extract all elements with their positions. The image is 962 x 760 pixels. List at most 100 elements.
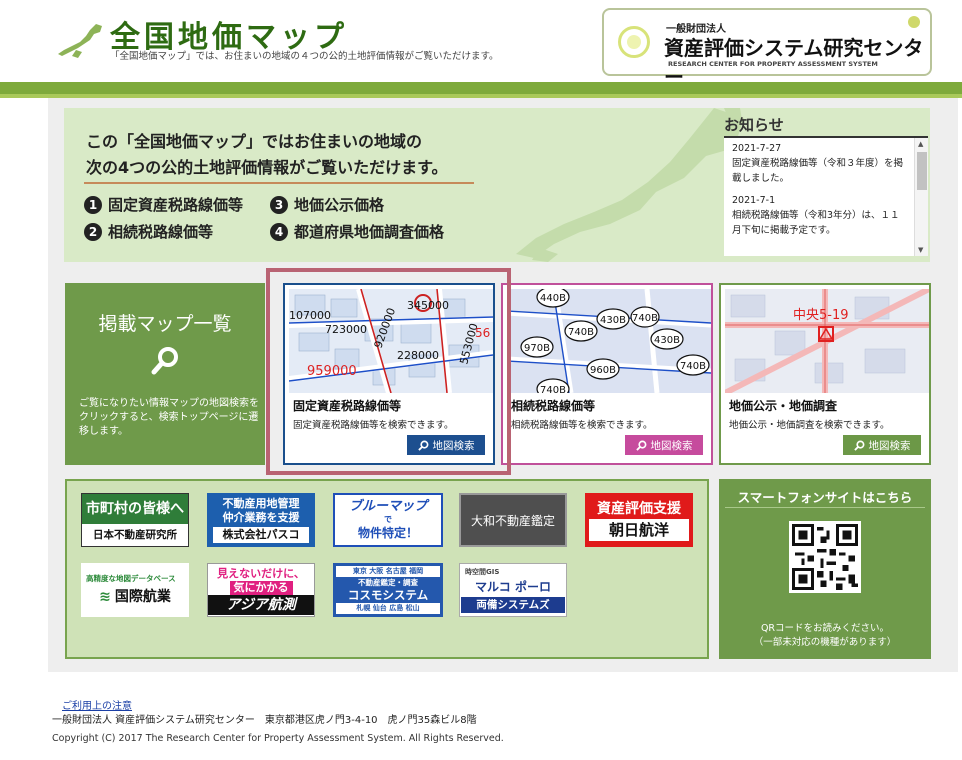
route-value-label: 740B	[680, 361, 706, 372]
route-value-label: 740B	[568, 327, 594, 338]
sponsor-link-pasco[interactable]: 不動産用地管理 仲介業務を支援 株式会社パスコ	[207, 493, 315, 547]
map-list-description: ご覧になりたい情報マップの地図検索をクリックすると、検索トップページに遷移します…	[79, 398, 259, 437]
card-description: 相続税路線価等を検索できます。	[511, 420, 653, 431]
card-title: 固定資産税路線価等	[293, 399, 402, 413]
number-4-icon: 4	[270, 222, 288, 241]
sponsor-link-kokusai[interactable]: 高精度な地図データベース ≋ 国際航業	[81, 563, 189, 617]
hero-item-label: 都道府県地価調査価格	[294, 223, 445, 241]
smartphone-divider	[725, 507, 925, 508]
sponsor-name: 日本不動産研究所	[93, 529, 177, 541]
search-icon	[635, 440, 646, 451]
fixed-asset-map-thumbnail[interactable]: 345000 920000 228000 553000 959000 10700…	[289, 289, 493, 393]
map-search-button[interactable]: 地図検索	[843, 435, 921, 455]
card-public-land-price[interactable]: 中央5-19 地価公示・地価調査 地価公示・地価調査を検索できます。 地図検索	[719, 283, 931, 465]
sponsor-line: 見えないだけに、	[217, 566, 305, 580]
news-list[interactable]: 2021-7-27 固定資産税路線価等（令和３年度）を掲載しました。 2021-…	[724, 138, 928, 256]
route-value-label: 107000	[289, 309, 331, 322]
qr-instruction: QRコードをお読みください。	[760, 623, 890, 634]
search-icon	[417, 440, 428, 451]
sponsor-line: 東京 大阪 名古屋 福岡	[336, 566, 440, 577]
public-land-map-thumbnail[interactable]: 中央5-19	[725, 289, 929, 393]
card-description: 固定資産税路線価等を検索できます。	[293, 420, 454, 431]
sponsor-name: 大和不動産鑑定	[470, 513, 555, 528]
number-3-icon: 3	[270, 195, 288, 214]
sponsor-links-panel: 市町村の皆様へ 日本不動産研究所 不動産用地管理 仲介業務を支援 株式会社パスコ…	[65, 479, 709, 659]
card-title: 相続税路線価等	[511, 399, 596, 413]
sponsor-line: 高精度な地図データベース	[86, 574, 176, 583]
map-list-title: 掲載マップ一覧	[98, 313, 232, 335]
sponsor-link-asia-air-survey[interactable]: 見えないだけに、 気にかかる アジア航測	[207, 563, 315, 617]
header-divider	[0, 82, 962, 94]
number-1-icon: 1	[84, 195, 102, 214]
japan-map-icon	[58, 24, 102, 58]
hero-item-label: 相続税路線価等	[108, 223, 214, 241]
sponsor-line: 不動産用地管理	[222, 497, 300, 510]
sponsor-line: ブルーマップ	[348, 499, 427, 514]
route-value-label: 740B	[632, 313, 658, 324]
hero-text-line1: この「全国地価マップ」ではお住まいの地域の	[86, 132, 423, 151]
hero-divider	[84, 182, 474, 184]
card-fixed-asset-tax[interactable]: 345000 920000 228000 553000 959000 10700…	[283, 283, 495, 465]
news-panel: お知らせ 2021-7-27 固定資産税路線価等（令和３年度）を掲載しました。 …	[724, 114, 928, 256]
map-search-button[interactable]: 地図検索	[625, 435, 703, 455]
qr-code-icon	[789, 521, 861, 593]
sponsor-name: アジア航測	[208, 594, 314, 615]
sponsor-link-ryobi[interactable]: 時空間GIS マルコ ポーロ 両備システムズ	[459, 563, 567, 617]
org-logo-link[interactable]: 一般財団法人 資産評価システム研究センター RESEARCH CENTER FO…	[602, 8, 932, 89]
button-label: 地図検索	[432, 439, 475, 452]
route-value-label: 960B	[590, 365, 616, 376]
sponsor-line: マルコ ポーロ	[475, 580, 551, 594]
route-value-label: 430B	[600, 315, 626, 326]
kokusai-logo-icon: ≋	[99, 589, 111, 605]
news-date: 2021-7-1	[732, 195, 776, 206]
news-scrollbar[interactable]: ▲ ▼	[914, 138, 928, 256]
sponsor-name: 株式会社パスコ	[213, 527, 309, 543]
japan-silhouette-icon	[516, 108, 744, 262]
inheritance-map-thumbnail[interactable]: 440B 430B 740B 740B 430B 970B 960B 740B …	[507, 289, 711, 393]
scroll-up-icon[interactable]: ▲	[918, 140, 923, 148]
qr-note: （一部未対応の機種があります）	[753, 637, 897, 648]
hero-text-line2: 次の4つの公的土地評価情報がご覧いただけます。	[86, 158, 448, 177]
route-value-label: 56	[475, 326, 490, 340]
hero-item-1: 1 固定資産税路線価等	[84, 194, 243, 215]
land-price-point-label: 中央5-19	[793, 308, 849, 323]
sponsor-line: 仲介業務を支援	[222, 511, 300, 524]
sponsor-link-bluemap[interactable]: ブルーマップ で 物件特定！	[333, 493, 443, 547]
news-title: お知らせ	[724, 116, 784, 134]
footer-address: 一般財団法人 資産評価システム研究センター 東京都港区虎ノ門3-4-10 虎ノ門…	[52, 715, 477, 726]
scroll-down-icon[interactable]: ▼	[918, 246, 923, 254]
sponsor-link-aeroasahi[interactable]: 資産評価支援 朝日航洋	[585, 493, 693, 547]
route-value-label: 345000	[407, 299, 449, 312]
button-label: 地図検索	[650, 439, 693, 452]
card-title: 地価公示・地価調査	[729, 399, 838, 413]
sponsor-name: 国際航業	[114, 589, 171, 605]
sponsor-line: で	[384, 515, 392, 524]
sponsor-link-jrei[interactable]: 市町村の皆様へ 日本不動産研究所	[81, 493, 189, 547]
hero-item-4: 4 都道府県地価調査価格	[270, 221, 444, 242]
hero-item-3: 3 地価公示価格	[270, 194, 384, 215]
news-item: 2021-7-1 相続税路線価等（令和3年分）は、１１月下旬に掲載予定です。	[724, 190, 928, 242]
map-list-panel: 掲載マップ一覧 ご覧になりたい情報マップの地図検索をクリックすると、検索トップペ…	[65, 283, 265, 465]
sponsor-line: 不動産鑑定・調査	[358, 578, 418, 587]
route-value-label: 440B	[540, 293, 566, 304]
sponsor-link-yamato[interactable]: 大和不動産鑑定	[459, 493, 567, 547]
terms-of-use-link[interactable]: ご利用上の注意	[62, 697, 132, 712]
card-description: 地価公示・地価調査を検索できます。	[729, 420, 890, 431]
search-icon	[853, 440, 864, 451]
scrollbar-thumb[interactable]	[917, 152, 927, 190]
sponsor-name: コスモシステム	[347, 588, 429, 602]
hero-item-2: 2 相続税路線価等	[84, 221, 213, 242]
footer-copyright: Copyright (C) 2017 The Research Center f…	[52, 733, 504, 744]
sponsor-line: 気にかかる	[229, 580, 293, 595]
card-inheritance-tax[interactable]: 440B 430B 740B 740B 430B 970B 960B 740B …	[501, 283, 713, 465]
sponsor-name: 朝日航洋	[589, 519, 689, 541]
search-icon	[151, 347, 178, 375]
page: 全国地価マップ 「全国地価マップ」では、お住まいの地域の４つの公的土地評価情報が…	[0, 0, 962, 760]
map-search-button[interactable]: 地図検索	[407, 435, 485, 455]
smartphone-panel: スマートフォンサイトはこちら QRコードをお読みください。 （一部未対応の機種が…	[719, 479, 931, 659]
news-text: 固定資産税路線価等（令和３年度）を掲載しました。	[732, 158, 904, 184]
news-item: 2021-7-27 固定資産税路線価等（令和３年度）を掲載しました。	[724, 138, 928, 190]
org-dot-icon	[908, 16, 920, 28]
sponsor-link-cosmo[interactable]: 東京 大阪 名古屋 福岡 不動産鑑定・調査 コスモシステム 札幌 仙台 広島 松…	[333, 563, 443, 617]
sponsor-headline: 資産評価支援	[597, 501, 681, 517]
